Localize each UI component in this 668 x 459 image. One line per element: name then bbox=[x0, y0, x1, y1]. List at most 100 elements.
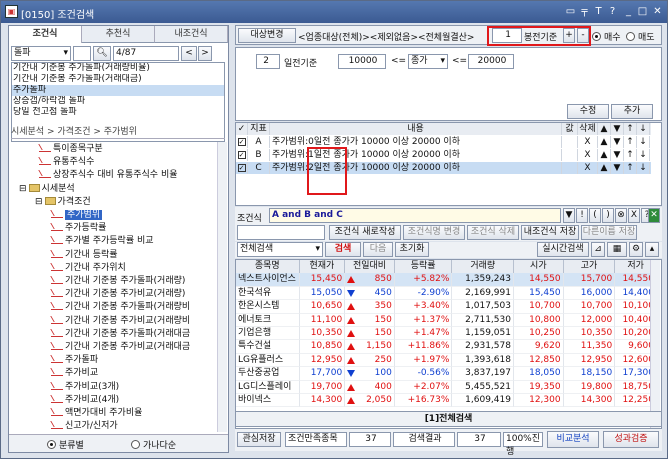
next-page-button[interactable]: 다음 bbox=[363, 242, 393, 257]
move-up-icon[interactable]: ↑ bbox=[624, 162, 637, 174]
collapse-icon[interactable]: ⊟ bbox=[19, 184, 27, 194]
action-button[interactable]: 내조건식 저장 bbox=[521, 225, 579, 240]
move-top-icon[interactable]: ▲ bbox=[598, 162, 611, 174]
grid-col-header[interactable]: 종목명 bbox=[236, 260, 300, 274]
tree-item[interactable]: 주가별 주가등락률 비교 bbox=[51, 234, 154, 248]
tree-item[interactable]: 상장주식수 대비 유통주식수 비율 bbox=[39, 168, 178, 182]
move-top-icon[interactable]: ▲ bbox=[598, 136, 611, 148]
grid-scrollbar[interactable] bbox=[650, 260, 660, 428]
formula-op-button[interactable]: ! bbox=[576, 208, 588, 223]
action-button[interactable]: 다른이름 저장 bbox=[581, 225, 637, 240]
tab-my-conditions[interactable]: 내조건식 bbox=[155, 26, 228, 43]
table-row[interactable]: 한국석유 15,050 450 -2.90% 2,169,991 15,450 16,000… bbox=[236, 286, 657, 301]
tree-item[interactable]: 주가돌파 bbox=[51, 353, 98, 367]
save-favorites-button[interactable]: 관심저장 bbox=[237, 432, 281, 447]
table-row[interactable]: 기업은행 10,350 150 +1.47% 1,159,051 10,250 10,350… bbox=[236, 326, 657, 341]
tab-recommended[interactable]: 추천식 bbox=[82, 26, 155, 43]
compare-analysis-button[interactable]: 비교분석 bbox=[547, 431, 599, 448]
grid-col-header[interactable]: 시가 bbox=[514, 260, 564, 274]
tree-item[interactable]: 기간내 주가위치 bbox=[51, 261, 126, 275]
tree-scrollbar[interactable] bbox=[217, 142, 227, 432]
search-button[interactable]: 🔍︎ bbox=[93, 46, 111, 61]
category-select[interactable]: 돌파 ▾ bbox=[11, 46, 71, 61]
table-row[interactable]: 한온시스템 10,650 350 +3.40% 1,017,503 10,700 10,70… bbox=[236, 300, 657, 314]
pin-icon[interactable]: ╤ bbox=[578, 5, 591, 18]
radio-buy[interactable]: 매수 bbox=[592, 30, 621, 43]
tree-item[interactable]: 기간내 기준봉 주가비교(거래량) bbox=[51, 287, 185, 301]
table-row[interactable]: LG유플러스 12,950 250 +1.97% 1,393,618 12,850 12,9… bbox=[236, 353, 657, 368]
collapse-icon[interactable]: ⊟ bbox=[35, 197, 43, 207]
tree-item[interactable]: 주가비교 bbox=[51, 366, 98, 380]
modify-button[interactable]: 수정 bbox=[567, 104, 609, 119]
tree-item[interactable]: 주가비교(3개) bbox=[51, 380, 119, 394]
formula-input[interactable]: A and B and C bbox=[269, 208, 561, 223]
search-input[interactable] bbox=[73, 46, 91, 61]
max-input[interactable]: 20000 bbox=[468, 54, 514, 69]
condition-row[interactable]: ✓ B 주가범위:1일전 종가가 10000 이상 20000 이하 X ▲ ▼ ↑ ↓ bbox=[236, 149, 651, 161]
condition-row[interactable]: ✓ A 주가범위:0일전 종가가 10000 이상 20000 이하 X ▲ ▼ ↑ ↓ bbox=[236, 136, 651, 148]
check-all[interactable]: ✓ bbox=[236, 123, 248, 135]
tree-item[interactable]: 기간내 기준봉 주가돌파(거래대금 bbox=[51, 327, 190, 341]
move-down-icon[interactable]: ↓ bbox=[637, 162, 650, 174]
performance-verify-button[interactable]: 성과검증 bbox=[603, 431, 659, 448]
list-item[interactable]: 기간내 기준봉 주가돌파(거래대금) bbox=[12, 74, 224, 85]
radio-sell[interactable]: 매도 bbox=[626, 30, 655, 43]
formula-op-button[interactable]: X bbox=[628, 208, 640, 223]
move-bottom-icon[interactable]: ▼ bbox=[611, 162, 624, 174]
tree-item[interactable]: 기간내 기준봉 주가비교(거래대금 bbox=[51, 340, 190, 354]
list-item[interactable]: 주가돌파 bbox=[12, 85, 224, 96]
condition-row[interactable]: ✓ C 주가범위:2일전 종가가 10000 이상 20000 이하 X ▲ ▼ ↑ ↓ bbox=[236, 162, 651, 174]
tree-item[interactable]: 액면가대비 주가비율 bbox=[51, 406, 142, 420]
grid-col-header[interactable]: 고가 bbox=[563, 260, 616, 274]
prev-button[interactable]: < bbox=[181, 46, 197, 61]
list-item[interactable]: 기간내 기준봉 주가돌파(거래량비율) bbox=[12, 63, 224, 74]
maximize-icon[interactable]: □ bbox=[636, 5, 649, 18]
move-top-icon[interactable]: ▲ bbox=[598, 149, 611, 161]
formula-op-button[interactable]: ( bbox=[589, 208, 601, 223]
font-size-button[interactable]: T bbox=[592, 5, 605, 18]
grid-col-header[interactable]: 현재가 bbox=[299, 260, 346, 274]
tree-item[interactable]: ⊟ 시세분석 bbox=[19, 182, 75, 196]
condition-checkbox[interactable]: ✓ bbox=[236, 136, 248, 148]
action-button[interactable]: 조건식 새로작성 bbox=[329, 225, 401, 240]
move-bottom-icon[interactable]: ▼ bbox=[611, 136, 624, 148]
gear-icon[interactable]: ⚙ bbox=[629, 242, 643, 257]
delete-button[interactable]: X bbox=[578, 136, 598, 148]
target-change-button[interactable]: 대상변경 bbox=[238, 28, 296, 43]
move-up-icon[interactable]: ↑ bbox=[624, 149, 637, 161]
table-row[interactable]: 넥스트사이언스 15,450 850 +5.82% 1,359,243 14,550 15,… bbox=[236, 273, 657, 287]
condition-value[interactable] bbox=[562, 162, 578, 174]
result-grid[interactable]: 종목명 현재가 전일대비 등락률 거래량 시가 고가 저가 넥스트사이언스 15,450 850 +… bbox=[235, 259, 662, 429]
formula-op-button[interactable]: ▼ bbox=[563, 208, 575, 223]
excel-icon[interactable]: ✕ bbox=[648, 208, 660, 223]
grid-col-header[interactable]: 전일대비 bbox=[345, 260, 395, 274]
action-button[interactable]: 조건식명 변경 bbox=[403, 225, 465, 240]
grid-col-header[interactable]: 거래량 bbox=[452, 260, 515, 274]
search-button[interactable]: 검색 bbox=[325, 242, 361, 257]
tree-item[interactable]: 기간내 기준봉 주가비교(거래량비 bbox=[51, 314, 190, 328]
radio-alphabetical[interactable]: 가나다순 bbox=[131, 438, 176, 451]
delete-button[interactable]: X bbox=[578, 162, 598, 174]
tab-all-results[interactable]: [1]전체검색 bbox=[235, 411, 662, 427]
condition-checkbox[interactable]: ✓ bbox=[236, 149, 248, 161]
tree-item[interactable]: 기간내 기준봉 주가돌파(거래량비 bbox=[51, 300, 190, 314]
close-icon[interactable]: ✕ bbox=[651, 5, 664, 18]
list-item[interactable]: 당일 전고점 돌파 bbox=[12, 107, 224, 118]
expand-icon[interactable]: ▴ bbox=[645, 242, 659, 257]
action-button[interactable]: 조건식 삭제 bbox=[467, 225, 519, 240]
tree-item[interactable]: 기간내 등락률 bbox=[51, 248, 118, 262]
table-row[interactable]: 두산중공업 17,700 100 -0.56% 3,837,197 18,050 18,15… bbox=[236, 367, 657, 381]
tree-item[interactable]: 유통주식수 bbox=[39, 155, 94, 169]
condition-value[interactable] bbox=[562, 149, 578, 161]
help-button[interactable]: ? bbox=[606, 5, 619, 18]
move-down-icon[interactable]: ↓ bbox=[637, 149, 650, 161]
formula-op-button[interactable]: ⊗ bbox=[615, 208, 627, 223]
add-button[interactable]: 추가 bbox=[611, 104, 653, 119]
tab-conditions[interactable]: 조건식 bbox=[9, 26, 82, 43]
field-select[interactable]: 종가 ▾ bbox=[408, 54, 448, 69]
reset-button[interactable]: 초기화 bbox=[395, 242, 429, 257]
condition-name-input[interactable] bbox=[237, 225, 325, 240]
table-row[interactable]: 바이넥스 14,300 2,050 +16.73% 1,609,419 12,300 14,… bbox=[236, 393, 657, 408]
realtime-search-button[interactable]: 실시간검색 bbox=[537, 242, 589, 257]
chart-icon[interactable]: ⊿ bbox=[591, 242, 605, 257]
